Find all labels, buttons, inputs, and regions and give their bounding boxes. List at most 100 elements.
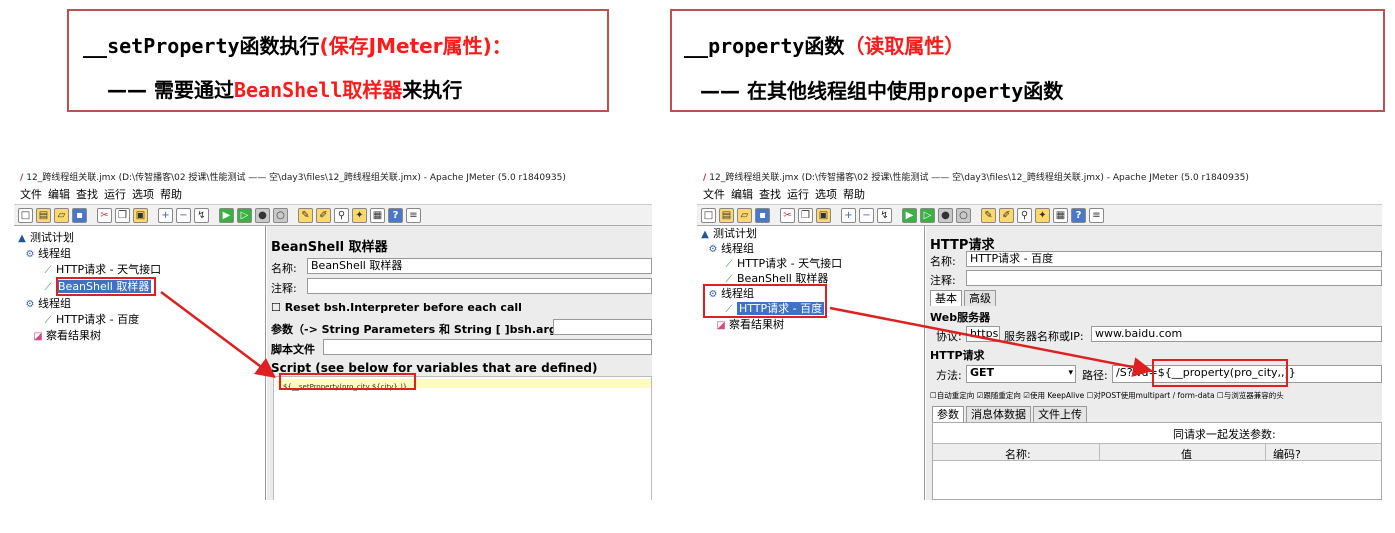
clear-all-icon[interactable]: ✐ (999, 207, 1014, 223)
templates-icon[interactable]: ▤ (719, 207, 734, 223)
search-icon[interactable]: ⚲ (1017, 207, 1032, 223)
tree-http-weather[interactable]: ⟋ HTTP请求 - 天气接口 (42, 262, 162, 277)
subline-prefix: —— 需要通过 (107, 78, 234, 102)
tree-thread-group-1[interactable]: ⚙ 线程组 (24, 246, 71, 261)
help-icon[interactable]: ? (388, 207, 403, 223)
menu-help[interactable]: 帮助 (160, 188, 182, 201)
save-icon[interactable]: ▪ (755, 207, 770, 223)
reset-interpreter-checkbox[interactable]: ☐ Reset bsh.Interpreter before each call (271, 301, 652, 314)
log-icon[interactable]: ≡ (406, 207, 421, 223)
help-icon[interactable]: ? (1071, 207, 1086, 223)
protocol-input[interactable]: https (966, 326, 1000, 342)
menu-options[interactable]: 选项 (132, 188, 154, 201)
comment-input[interactable] (966, 270, 1382, 286)
copy-icon[interactable]: ❐ (798, 207, 813, 223)
open-icon[interactable]: ▱ (54, 207, 69, 223)
menu-search[interactable]: 查找 (759, 188, 781, 201)
script-file-input[interactable] (323, 339, 652, 355)
method-select[interactable]: GET ▾ (966, 365, 1076, 383)
tree-result-tree[interactable]: ◪ 察看结果树 (715, 317, 784, 332)
name-input[interactable]: HTTP请求 - 百度 (966, 251, 1382, 267)
server-input[interactable]: www.baidu.com (1091, 326, 1382, 342)
search-icon[interactable]: ⚲ (334, 207, 349, 223)
shutdown-icon[interactable]: ○ (273, 207, 288, 223)
new-icon[interactable]: □ (18, 207, 33, 223)
col-divider (1265, 444, 1266, 460)
web-server-heading: Web服务器 (930, 311, 991, 324)
cut-icon[interactable]: ✂ (97, 207, 112, 223)
menu-edit[interactable]: 编辑 (731, 188, 753, 201)
tab-basic[interactable]: 基本 (930, 290, 962, 306)
tree-result-tree[interactable]: ◪ 察看结果树 (32, 328, 101, 343)
start-icon[interactable]: ▶ (219, 207, 234, 223)
param-tabs: 参数 消息体数据 文件上传 (932, 406, 1087, 422)
start-icon[interactable]: ▶ (902, 207, 917, 223)
reset-search-icon[interactable]: ✦ (1035, 207, 1050, 223)
start-no-pause-icon[interactable]: ▷ (237, 207, 252, 223)
set-property-func-text: 函数执行 (239, 34, 320, 58)
jmeter-logo-icon: / (20, 173, 24, 183)
option-multipart[interactable]: ☐对POST使用multipart / form-data (1087, 391, 1215, 400)
jmeter-window-left: /12_跨线程组关联.jmx (D:\传智播客\02 授课\性能测试 —— 空\… (14, 170, 652, 500)
toggle-icon[interactable]: ↯ (877, 207, 892, 223)
paste-icon[interactable]: ▣ (816, 207, 831, 223)
comment-input[interactable] (307, 278, 652, 294)
toolbar: □ ▤ ▱ ▪ ✂ ❐ ▣ + − ↯ ▶ ▷ ● ○ ✎ ✐ ⚲ ✦ ▦ ? … (697, 204, 1382, 226)
path-highlight-box (1152, 359, 1288, 387)
toggle-icon[interactable]: ↯ (194, 207, 209, 223)
tree-test-plan[interactable]: ▲ 测试计划 (16, 230, 74, 245)
clear-all-icon[interactable]: ✐ (316, 207, 331, 223)
paste-icon[interactable]: ▣ (133, 207, 148, 223)
clear-icon[interactable]: ✎ (298, 207, 313, 223)
menu-file[interactable]: 文件 (703, 188, 725, 201)
clear-icon[interactable]: ✎ (981, 207, 996, 223)
params-input[interactable] (553, 319, 652, 335)
option-browser-headers[interactable]: ☐与浏览器兼容的头 (1217, 391, 1284, 400)
menu-run[interactable]: 运行 (787, 188, 809, 201)
tab-advanced[interactable]: 高级 (964, 290, 996, 306)
option-auto-redirect[interactable]: ☐自动重定向 (930, 391, 974, 400)
function-helper-icon[interactable]: ▦ (370, 207, 385, 223)
open-icon[interactable]: ▱ (737, 207, 752, 223)
new-icon[interactable]: □ (701, 207, 716, 223)
expand-icon[interactable]: + (841, 207, 856, 223)
toolbar-separator (291, 208, 295, 223)
tab-body-data[interactable]: 消息体数据 (966, 406, 1031, 422)
reset-search-icon[interactable]: ✦ (352, 207, 367, 223)
collapse-icon[interactable]: − (859, 207, 874, 223)
copy-icon[interactable]: ❐ (115, 207, 130, 223)
expand-icon[interactable]: + (158, 207, 173, 223)
menu-file[interactable]: 文件 (20, 188, 42, 201)
menu-help[interactable]: 帮助 (843, 188, 865, 201)
stop-icon[interactable]: ● (938, 207, 953, 223)
sampler-icon: ⟋ (44, 265, 52, 276)
collapse-icon[interactable]: − (176, 207, 191, 223)
tree-thread-group-2[interactable]: ⚙ 线程组 (24, 296, 71, 311)
tree-thread-group-1[interactable]: ⚙ 线程组 (707, 241, 754, 256)
tree-http-baidu[interactable]: ⟋ HTTP请求 - 百度 (42, 312, 140, 327)
script-editor[interactable]: ${__setProperty(pro_city,${city},)} (273, 376, 652, 500)
gear-icon: ⚙ (708, 244, 718, 255)
tree-http-weather[interactable]: ⟋ HTTP请求 - 天气接口 (723, 256, 843, 271)
name-input[interactable]: BeanShell 取样器 (307, 258, 652, 274)
tree-test-plan[interactable]: ▲ 测试计划 (699, 226, 757, 241)
shutdown-icon[interactable]: ○ (956, 207, 971, 223)
log-icon[interactable]: ≡ (1089, 207, 1104, 223)
templates-icon[interactable]: ▤ (36, 207, 51, 223)
function-helper-icon[interactable]: ▦ (1053, 207, 1068, 223)
cut-icon[interactable]: ✂ (780, 207, 795, 223)
tab-params[interactable]: 参数 (932, 406, 964, 422)
menu-search[interactable]: 查找 (76, 188, 98, 201)
window-title: 12_跨线程组关联.jmx (D:\传智播客\02 授课\性能测试 —— 空\d… (709, 173, 1249, 183)
option-keepalive[interactable]: ☑使用 KeepAlive (1023, 391, 1084, 400)
jmeter-logo-icon: / (703, 173, 707, 183)
stop-icon[interactable]: ● (255, 207, 270, 223)
menu-run[interactable]: 运行 (104, 188, 126, 201)
menu-options[interactable]: 选项 (815, 188, 837, 201)
tab-file-upload[interactable]: 文件上传 (1033, 406, 1087, 422)
save-icon[interactable]: ▪ (72, 207, 87, 223)
menu-edit[interactable]: 编辑 (48, 188, 70, 201)
option-follow-redirect[interactable]: ☑跟随重定向 (977, 391, 1021, 400)
start-no-pause-icon[interactable]: ▷ (920, 207, 935, 223)
result-tree-icon: ◪ (33, 331, 43, 342)
